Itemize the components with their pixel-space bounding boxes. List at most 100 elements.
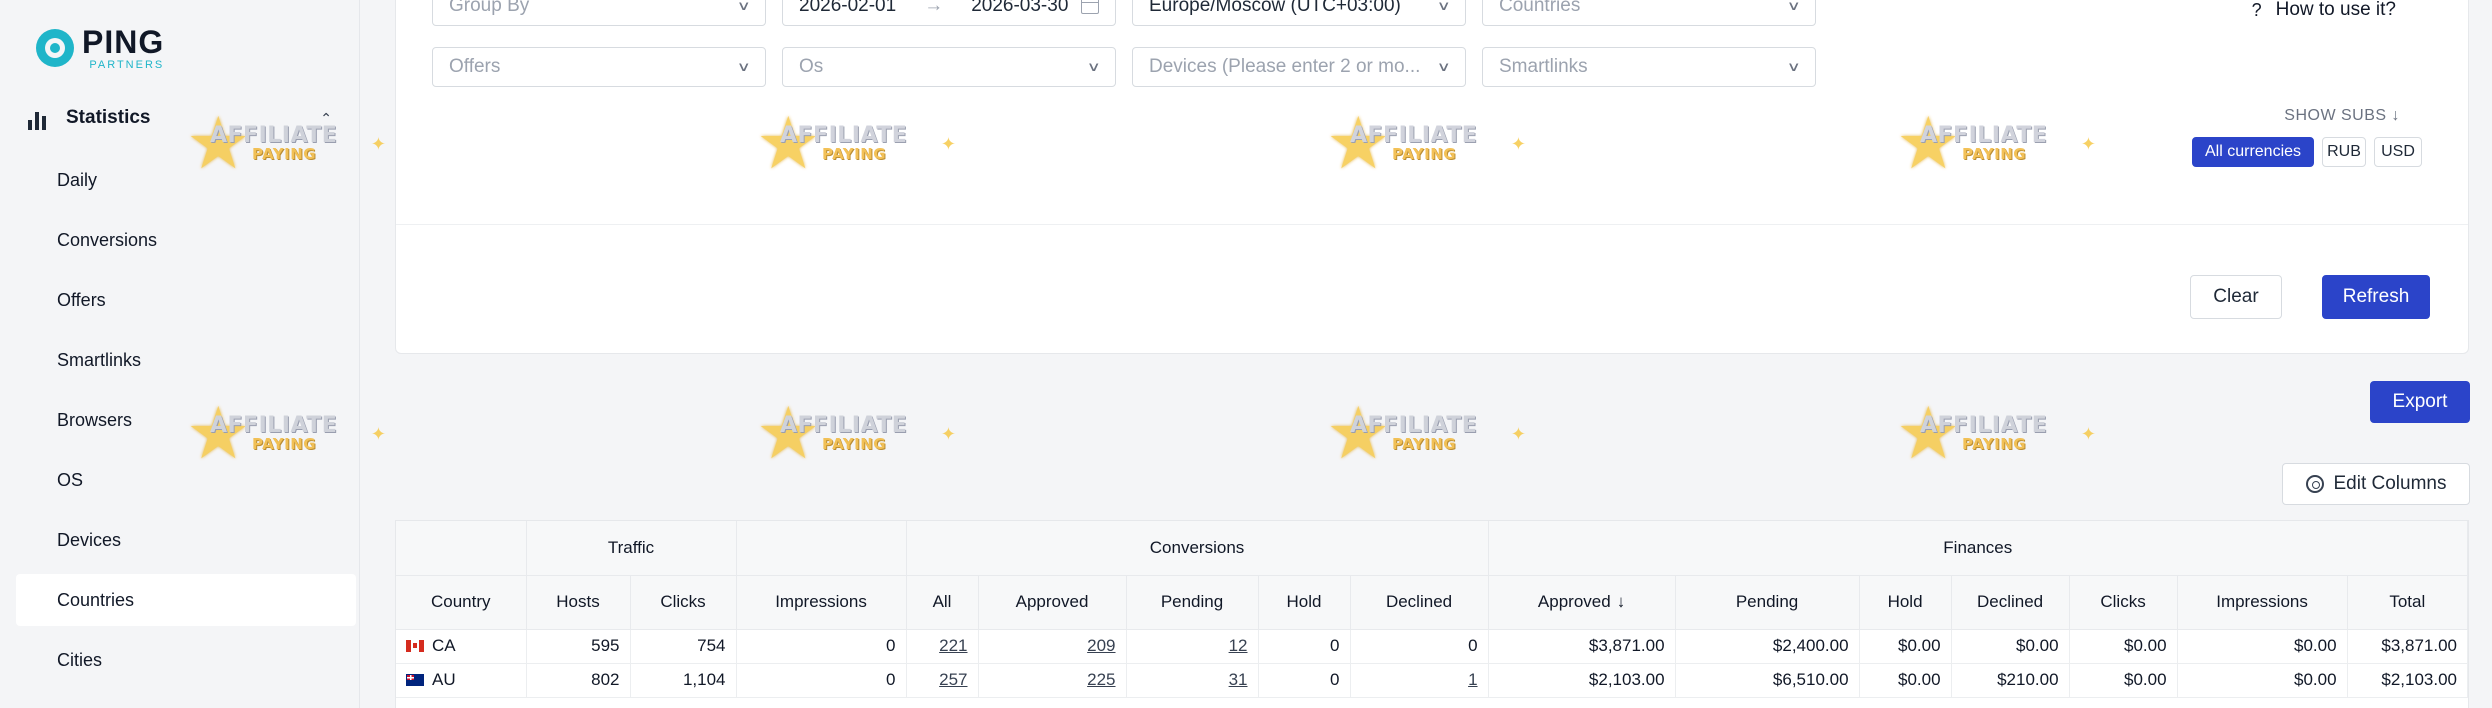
question-icon: ? — [2251, 0, 2262, 20]
cell-fin-impressions: $0.00 — [2177, 663, 2348, 698]
devices-select[interactable]: Devices (Please enter 2 or mo... ∨ — [1132, 47, 1466, 87]
chevron-down-icon: ∨ — [737, 59, 752, 74]
date-range-picker[interactable]: 2026-02-01 → 2026-03-30 — [782, 0, 1116, 26]
col-fin-impressions[interactable]: Impressions — [2177, 575, 2348, 630]
refresh-button[interactable]: Refresh — [2322, 275, 2430, 319]
sidebar: PING PARTNERS Statistics ⌃ Daily Convers… — [0, 0, 360, 708]
cell-conv-all: 221 — [906, 629, 979, 664]
col-conv-approved[interactable]: Approved — [978, 575, 1127, 630]
cell-clicks: 1,104 — [630, 663, 737, 698]
filter-panel: Group By ∨ 2026-02-01 → 2026-03-30 Europ… — [395, 0, 2469, 354]
group-header-empty — [396, 521, 527, 576]
edit-columns-button[interactable]: Edit Columns — [2282, 463, 2470, 505]
cell-clicks: 754 — [630, 629, 737, 664]
logo-sub-text: PARTNERS — [89, 58, 165, 71]
date-from: 2026-02-01 — [799, 0, 897, 16]
conv-all-link[interactable]: 257 — [939, 670, 967, 689]
col-conv-hold[interactable]: Hold — [1258, 575, 1351, 630]
chevron-down-icon: ∨ — [1437, 0, 1452, 13]
sort-desc-icon: ↓ — [1616, 592, 1626, 611]
chevron-down-icon: ∨ — [1787, 59, 1802, 74]
sidebar-item-daily[interactable]: Daily — [16, 154, 356, 206]
group-by-select[interactable]: Group By ∨ — [432, 0, 766, 26]
chevron-down-icon: ∨ — [737, 0, 752, 13]
sidebar-item-offers[interactable]: Offers — [16, 274, 356, 326]
edit-columns-label: Edit Columns — [2333, 473, 2447, 494]
col-fin-hold[interactable]: Hold — [1859, 575, 1952, 630]
cell-fin-clicks: $0.00 — [2069, 663, 2178, 698]
show-subs-toggle[interactable]: SHOW SUBS ↓ — [2284, 107, 2400, 125]
cell-fin-pending: $2,400.00 — [1675, 629, 1860, 664]
cell-conv-declined: 0 — [1350, 629, 1489, 664]
cell-conv-pending: 12 — [1126, 629, 1259, 664]
group-header-traffic: Traffic — [526, 521, 737, 576]
chevron-down-icon: ∨ — [1787, 0, 1802, 13]
conv-approved-link[interactable]: 225 — [1087, 670, 1115, 689]
timezone-select[interactable]: Europe/Moscow (UTC+03:00) ∨ — [1132, 0, 1466, 26]
divider — [396, 224, 2468, 225]
smartlinks-select[interactable]: Smartlinks ∨ — [1482, 47, 1816, 87]
col-conv-all[interactable]: All — [906, 575, 979, 630]
sidebar-item-smartlinks[interactable]: Smartlinks — [16, 334, 356, 386]
col-fin-declined[interactable]: Declined — [1951, 575, 2070, 630]
offers-select[interactable]: Offers ∨ — [432, 47, 766, 87]
cell-conv-hold: 0 — [1258, 629, 1351, 664]
col-clicks[interactable]: Clicks — [630, 575, 737, 630]
clear-button[interactable]: Clear — [2190, 275, 2282, 319]
calendar-icon — [1081, 0, 1099, 14]
cell-hosts: 595 — [526, 629, 631, 664]
gear-icon — [2305, 475, 2324, 493]
sidebar-item-conversions[interactable]: Conversions — [16, 214, 356, 266]
conv-approved-link[interactable]: 209 — [1087, 636, 1115, 655]
currency-rub-button[interactable]: RUB — [2322, 137, 2366, 167]
currency-all-button[interactable]: All currencies — [2192, 137, 2314, 167]
cell-fin-declined: $210.00 — [1951, 663, 2070, 698]
cell-hosts: 802 — [526, 663, 631, 698]
cell-fin-approved: $3,871.00 — [1488, 629, 1676, 664]
chevron-up-icon: ⌃ — [320, 109, 332, 126]
col-country[interactable]: Country — [396, 575, 527, 630]
cell-fin-total: $3,871.00 — [2347, 629, 2468, 664]
cell-fin-impressions: $0.00 — [2177, 629, 2348, 664]
col-conv-pending[interactable]: Pending — [1126, 575, 1259, 630]
table-header-row: Country Hosts Clicks Impressions All App… — [396, 575, 2468, 630]
sidebar-item-browsers[interactable]: Browsers — [16, 394, 356, 446]
logo[interactable]: PING PARTNERS — [36, 26, 164, 70]
cell-country: AU — [396, 663, 527, 698]
col-fin-pending[interactable]: Pending — [1675, 575, 1860, 630]
sidebar-item-os[interactable]: OS — [16, 454, 356, 506]
conv-pending-link[interactable]: 12 — [1229, 636, 1248, 655]
col-fin-approved[interactable]: Approved ↓ — [1488, 575, 1676, 630]
col-impressions[interactable]: Impressions — [736, 575, 907, 630]
cell-fin-approved: $2,103.00 — [1488, 663, 1676, 698]
cell-impressions: 0 — [736, 663, 907, 698]
conv-declined-link[interactable]: 1 — [1468, 670, 1477, 689]
sidebar-item-devices[interactable]: Devices — [16, 514, 356, 566]
sidebar-item-cities[interactable]: Cities — [16, 634, 356, 686]
col-hosts[interactable]: Hosts — [526, 575, 631, 630]
currency-usd-button[interactable]: USD — [2374, 137, 2422, 167]
export-button[interactable]: Export — [2370, 381, 2470, 423]
cell-conv-all: 257 — [906, 663, 979, 698]
conv-all-link[interactable]: 221 — [939, 636, 967, 655]
col-conv-declined[interactable]: Declined — [1350, 575, 1489, 630]
how-to-use-label: How to use it? — [2275, 0, 2396, 20]
conv-pending-link[interactable]: 31 — [1229, 670, 1248, 689]
cell-fin-clicks: $0.00 — [2069, 629, 2178, 664]
cell-fin-total: $2,103.00 — [2347, 663, 2468, 698]
how-to-use-link[interactable]: ? How to use it? — [2252, 0, 2396, 21]
os-select[interactable]: Os ∨ — [782, 47, 1116, 87]
logo-mark-icon — [36, 29, 74, 67]
col-fin-total[interactable]: Total — [2347, 575, 2468, 630]
sidebar-section-statistics[interactable]: Statistics ⌃ — [26, 100, 346, 136]
date-to: 2026-03-30 — [971, 0, 1069, 16]
table-row: AU 802 1,104 0 257 225 31 0 1 $2,103.00 … — [396, 663, 2468, 698]
countries-select[interactable]: Countries ∨ — [1482, 0, 1816, 26]
chevron-down-icon: ∨ — [1437, 59, 1452, 74]
col-fin-clicks[interactable]: Clicks — [2069, 575, 2178, 630]
cell-fin-hold: $0.00 — [1859, 663, 1952, 698]
cell-fin-declined: $0.00 — [1951, 629, 2070, 664]
sidebar-item-countries[interactable]: Countries — [16, 574, 356, 626]
cell-conv-approved: 209 — [978, 629, 1127, 664]
group-header-conversions: Conversions — [906, 521, 1489, 576]
